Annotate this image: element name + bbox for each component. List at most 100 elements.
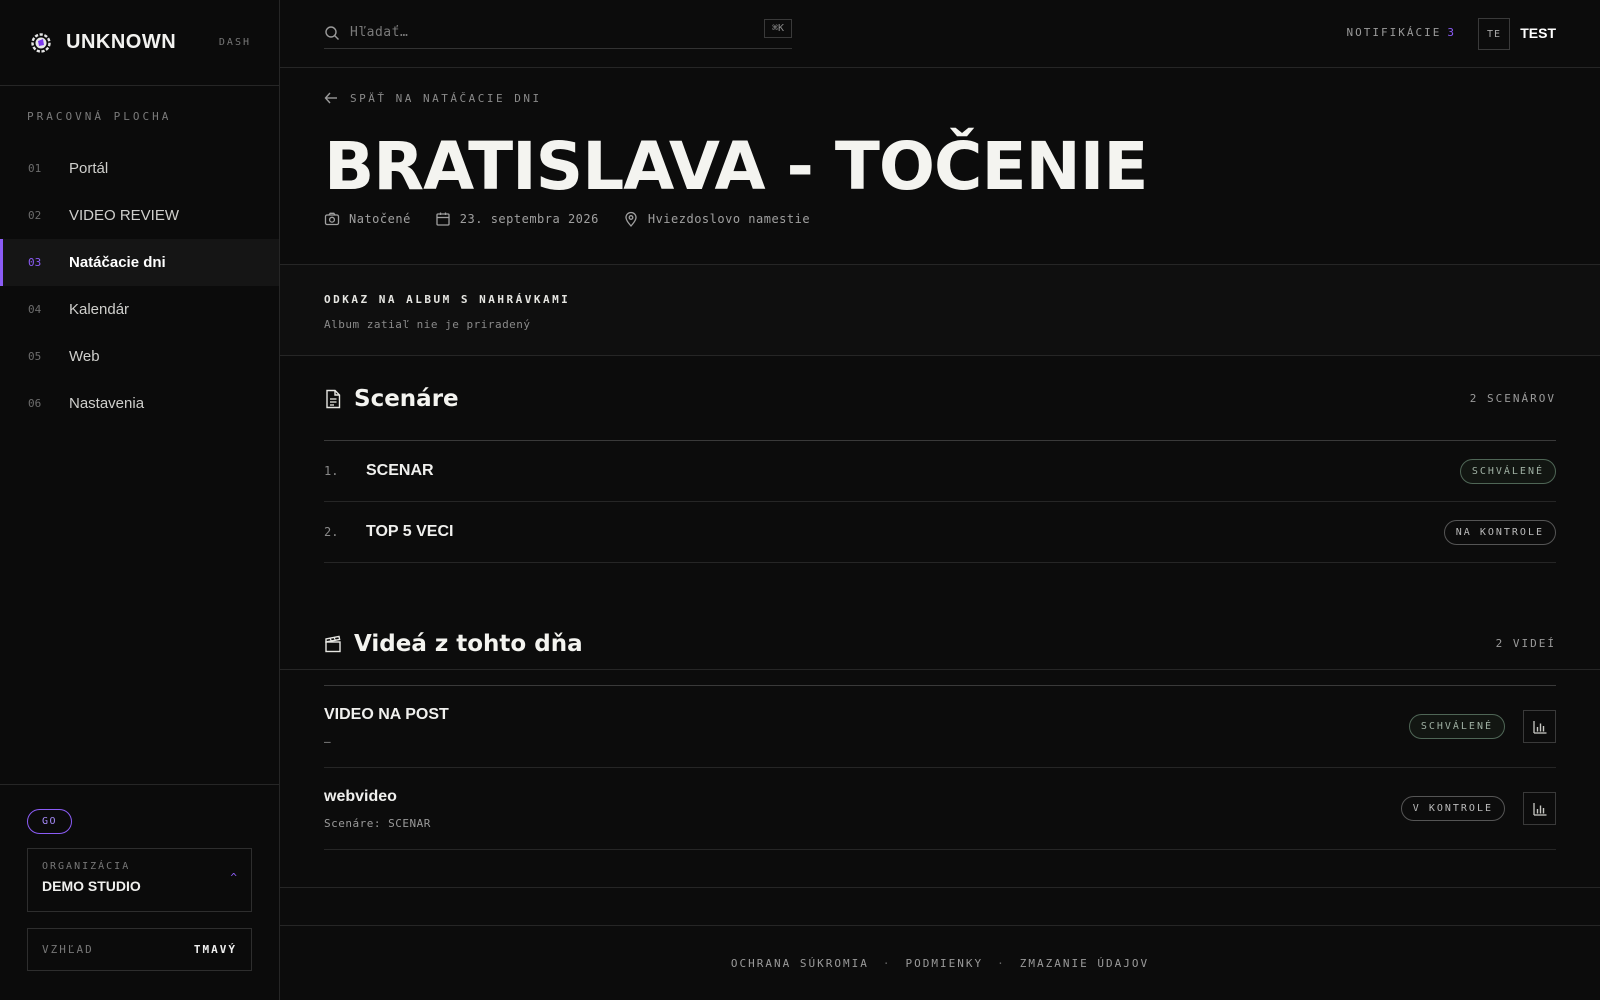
video-info: webvideo Scenáre: SCENAR [324, 788, 431, 830]
video-script: Scenáre: SCENAR [324, 816, 431, 830]
status-badge: SCHVÁLENÉ [1408, 714, 1505, 739]
analytics-button[interactable] [1523, 792, 1556, 825]
sidebar-item-settings[interactable]: 06 Nastavenia [0, 380, 279, 427]
brand[interactable]: UNKNOWN DASH [0, 0, 279, 86]
videos-header: Videá z tohto dňa 2 VIDEÍ [324, 602, 1556, 686]
sidebar-item-portal[interactable]: 01 Portál [0, 145, 279, 192]
map-pin-icon [625, 211, 637, 227]
date-meta: 23. septembra 2026 [435, 211, 599, 227]
videos-title: Videá z tohto dňa [354, 630, 583, 657]
sidebar-item-number: 01 [28, 162, 42, 175]
notifications-count: 3 [1447, 26, 1456, 39]
sidebar-item-label: Nastavenia [69, 395, 145, 412]
organization-selector[interactable]: ORGANIZÁCIA DEMO STUDIO ^ [27, 848, 252, 912]
theme-toggle[interactable]: VZHĽAD TMAVÝ [27, 928, 252, 971]
theme-label: VZHĽAD [42, 943, 94, 956]
footer: OCHRANA SÚKROMIA · PODMIENKY · ZMAZANIE … [280, 925, 1600, 1000]
notifications-label: NOTIFIKÁCIE [1346, 26, 1442, 39]
workspace-label: PRACOVNÁ PLOCHA [27, 110, 172, 123]
caret-up-icon: ^ [230, 871, 237, 884]
sidebar-footer: GO ORGANIZÁCIA DEMO STUDIO ^ VZHĽAD TMAV… [0, 784, 279, 1000]
organization-label: ORGANIZÁCIA [42, 861, 131, 872]
clapperboard-icon [325, 635, 341, 652]
user-name[interactable]: TEST [1520, 25, 1556, 41]
scripts-title: Scenáre [354, 385, 459, 412]
search-bar: ⌘K [324, 17, 792, 49]
status-badge: SCHVÁLENÉ [1459, 458, 1556, 484]
date-text: 23. septembra 2026 [459, 212, 599, 226]
bar-chart-icon [1532, 802, 1546, 816]
location-meta: Hviezdoslovo namestie [623, 211, 810, 227]
back-link[interactable]: SPÄŤ NA NATÁČACIE DNI [324, 91, 542, 105]
footer-separator: · [882, 956, 892, 970]
script-index: 1. [324, 464, 339, 478]
theme-value: TMAVÝ [193, 943, 237, 956]
document-icon [326, 389, 341, 408]
status-badge: V KONTROLE [1400, 796, 1505, 821]
sidebar-item-number: 06 [28, 397, 42, 410]
location-text: Hviezdoslovo namestie [647, 212, 811, 226]
status-text: Natočené [349, 212, 411, 226]
terms-link[interactable]: PODMIENKY [906, 957, 984, 970]
arrow-left-icon [324, 92, 337, 104]
sidebar-item-shooting-days[interactable]: 03 Natáčacie dni [0, 239, 279, 286]
script-row[interactable]: 2. TOP 5 VECI NA KONTROLE [324, 502, 1556, 563]
sidebar-item-number: 05 [28, 350, 42, 363]
brand-name: UNKNOWN [66, 31, 177, 53]
page-title: BRATISLAVA - TOČENIE [324, 128, 1148, 205]
album-status: Album zatiaľ nie je priradený [324, 318, 531, 331]
organization-name: DEMO STUDIO [42, 878, 141, 894]
sidebar-item-number: 04 [28, 303, 42, 316]
video-info: VIDEO NA POST — [324, 706, 449, 748]
main-content: SPÄŤ NA NATÁČACIE DNI BRATISLAVA - TOČEN… [280, 68, 1600, 1000]
script-row[interactable]: 1. SCENAR SCHVÁLENÉ [324, 441, 1556, 502]
search-input[interactable] [350, 25, 764, 40]
sidebar-nav: 01 Portál 02 VIDEO REVIEW 03 Natáčacie d… [0, 145, 279, 427]
calendar-icon [436, 212, 450, 226]
topbar: ⌘K NOTIFIKÁCIE 3 TE TEST [280, 0, 1600, 68]
sidebar-item-label: VIDEO REVIEW [69, 207, 180, 224]
search-icon [325, 25, 339, 40]
script-title: SCENAR [366, 462, 434, 479]
sidebar-item-video-review[interactable]: 02 VIDEO REVIEW [0, 192, 279, 239]
sidebar-item-number: 02 [28, 209, 42, 222]
status-badge: NA KONTROLE [1443, 519, 1556, 545]
gear-logo-icon [31, 32, 51, 53]
avatar[interactable]: TE [1478, 18, 1510, 50]
footer-separator: · [997, 956, 1006, 970]
videos-count: 2 VIDEÍ [1495, 637, 1556, 650]
album-section: ODKAZ NA ALBUM S NAHRÁVKAMI Album zatiaľ… [280, 264, 1600, 356]
sidebar-item-label: Kalendár [69, 301, 130, 318]
sidebar-item-calendar[interactable]: 04 Kalendár [0, 286, 279, 333]
camera-icon [324, 212, 340, 226]
video-script: — [324, 734, 332, 748]
sidebar-item-web[interactable]: 05 Web [0, 333, 279, 380]
script-index: 2. [324, 525, 339, 539]
notifications-button[interactable]: NOTIFIKÁCIE 3 [1347, 26, 1456, 39]
data-deletion-link[interactable]: ZMAZANIE ÚDAJOV [1020, 957, 1149, 970]
bar-chart-icon [1532, 720, 1546, 734]
shortcut-hint: ⌘K [763, 19, 792, 38]
analytics-button[interactable] [1523, 710, 1556, 743]
scripts-count: 2 SCENÁROV [1469, 392, 1556, 405]
go-badge[interactable]: GO [27, 809, 73, 834]
section-divider [280, 887, 1600, 888]
status-meta: Natočené [324, 211, 411, 227]
script-title: TOP 5 VECI [366, 523, 454, 540]
video-title: webvideo [324, 787, 397, 805]
sidebar-item-label: Natáčacie dni [69, 254, 166, 271]
videos-section: Videá z tohto dňa 2 VIDEÍ VIDEO NA POST … [280, 602, 1600, 957]
scripts-header: Scenáre 2 SCENÁROV [324, 357, 1556, 441]
video-title: VIDEO NA POST [324, 705, 449, 723]
video-row[interactable]: webvideo Scenáre: SCENAR V KONTROLE [324, 768, 1556, 850]
video-row[interactable]: VIDEO NA POST — SCHVÁLENÉ [324, 686, 1556, 768]
brand-sub: DASH [218, 37, 251, 48]
privacy-link[interactable]: OCHRANA SÚKROMIA [731, 957, 869, 970]
sidebar: UNKNOWN DASH PRACOVNÁ PLOCHA 01 Portál 0… [0, 0, 280, 1000]
album-title: ODKAZ NA ALBUM S NAHRÁVKAMI [324, 293, 571, 306]
sidebar-item-number: 03 [28, 256, 42, 269]
back-link-label: SPÄŤ NA NATÁČACIE DNI [350, 91, 542, 105]
sidebar-item-label: Web [69, 348, 100, 365]
sidebar-item-label: Portál [69, 160, 109, 177]
meta-row: Natočené 23. septembra 2026 Hviezdoslovo… [324, 211, 834, 227]
